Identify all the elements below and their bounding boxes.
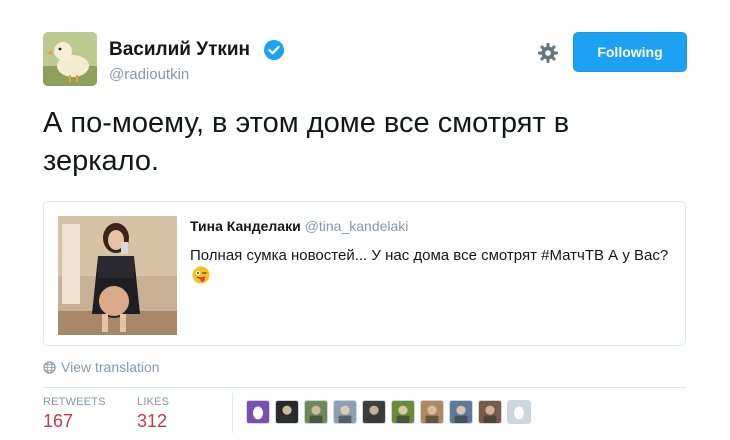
liker-avatar[interactable] <box>420 400 444 424</box>
liker-avatar[interactable] <box>449 400 473 424</box>
quoted-tweet-text: Полная сумка новостей... У нас дома все … <box>190 245 680 287</box>
verified-badge-icon <box>264 40 284 60</box>
globe-icon <box>43 360 56 374</box>
tweet-text: А по-моему, в этом доме все смотрят в зе… <box>43 107 570 177</box>
quoted-tweet-body: Полная сумка новостей... У нас дома все … <box>190 247 669 264</box>
quoted-author-name[interactable]: Тина Канделаки <box>190 218 301 234</box>
stats-separator <box>232 393 233 433</box>
profile-photo-icon <box>450 401 472 423</box>
profile-photo-icon <box>334 401 356 423</box>
quoted-author-handle[interactable]: @tina_kandelaki <box>305 218 409 234</box>
retweets-count[interactable]: 167 <box>43 411 73 432</box>
mirror-selfie-image <box>58 216 177 335</box>
view-translation-label[interactable]: View translation <box>61 359 160 375</box>
quoted-tweet-card[interactable]: Тина Канделаки @tina_kandelaki Полная сум… <box>43 201 686 346</box>
retweets-label[interactable]: RETWEETS <box>43 396 106 408</box>
stats-divider <box>43 387 686 388</box>
profile-photo-icon <box>392 401 414 423</box>
egg-avatar-icon <box>508 401 530 423</box>
author-handle[interactable]: @radioutkin <box>109 66 189 83</box>
liker-avatar[interactable] <box>362 400 386 424</box>
author-avatar[interactable] <box>43 32 97 86</box>
author-name[interactable]: Василий Уткин <box>109 39 250 61</box>
profile-photo-icon <box>363 401 385 423</box>
profile-photo-icon <box>276 401 298 423</box>
liker-avatar[interactable] <box>333 400 357 424</box>
profile-photo-icon <box>305 401 327 423</box>
following-button[interactable]: Following <box>573 32 687 72</box>
quoted-tweet-photo[interactable] <box>58 216 177 335</box>
duck-avatar-image <box>43 32 97 86</box>
liker-avatar[interactable] <box>304 400 328 424</box>
liker-avatar[interactable] <box>275 400 299 424</box>
liker-avatar[interactable] <box>391 400 415 424</box>
winking-tongue-emoji-icon <box>192 266 210 284</box>
liker-avatar[interactable] <box>478 400 502 424</box>
profile-photo-icon <box>421 401 443 423</box>
egg-avatar-icon <box>247 401 269 423</box>
view-translation-link[interactable]: View translation <box>43 359 160 375</box>
profile-photo-icon <box>479 401 501 423</box>
gear-icon[interactable] <box>537 42 559 64</box>
liker-avatar[interactable] <box>246 400 270 424</box>
liker-avatars <box>246 400 531 428</box>
likes-count[interactable]: 312 <box>137 411 167 432</box>
quoted-author-line[interactable]: Тина Канделаки @tina_kandelaki <box>190 218 408 234</box>
liker-avatar[interactable] <box>507 400 531 424</box>
likes-label[interactable]: LIKES <box>137 396 169 408</box>
